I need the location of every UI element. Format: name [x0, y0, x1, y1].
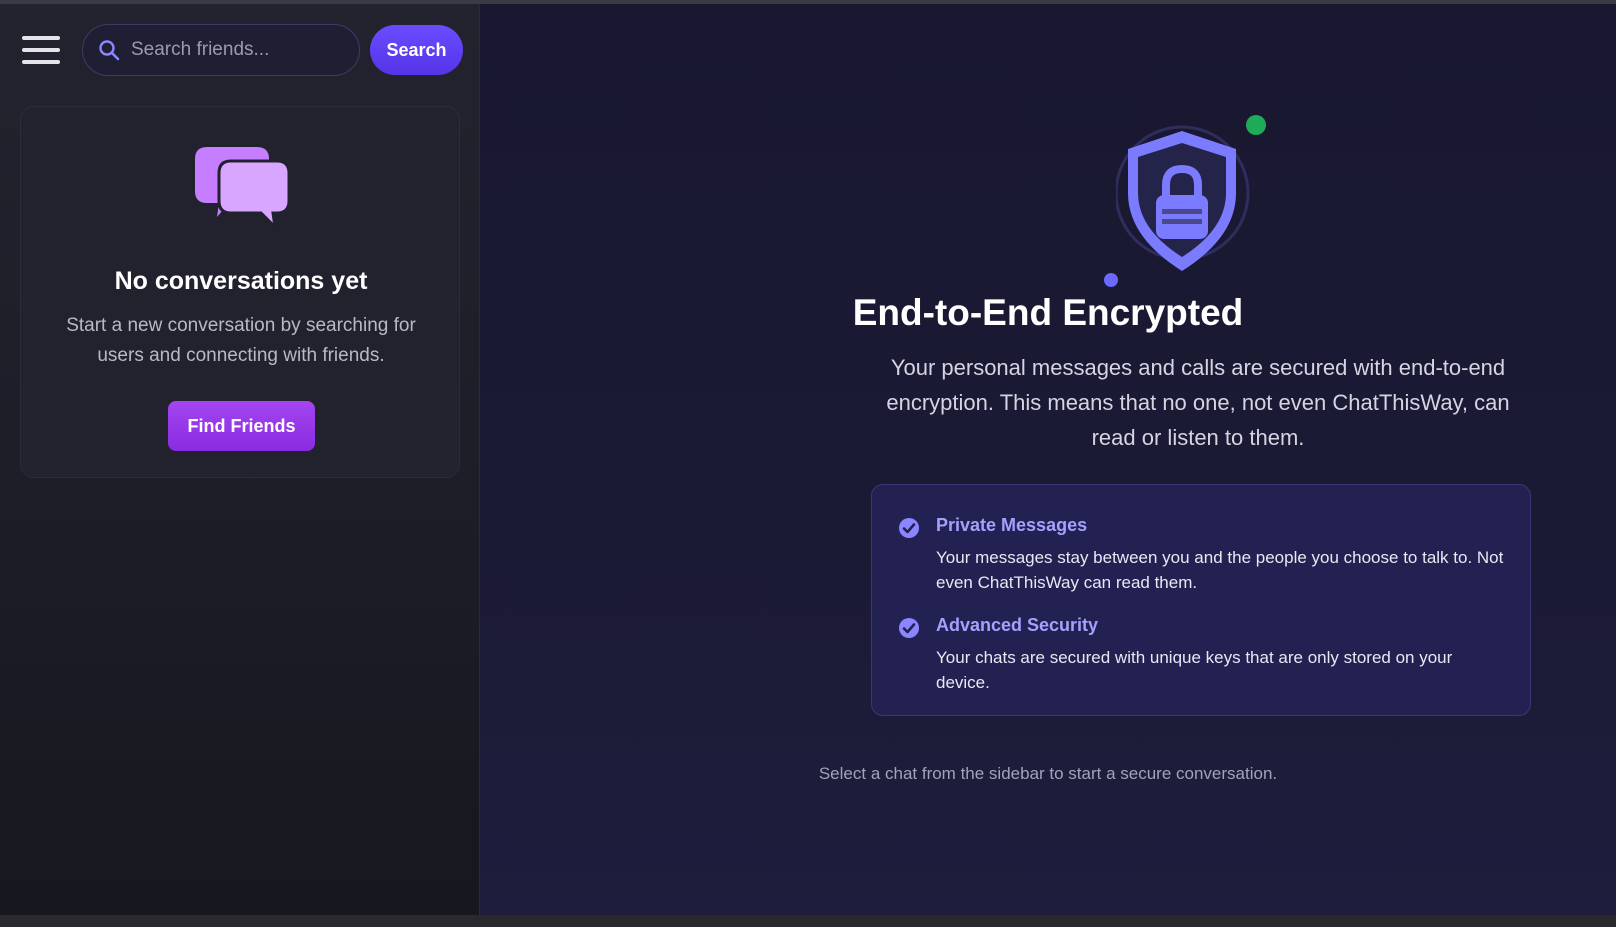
empty-conversations-card: No conversations yet Start a new convers…	[20, 106, 460, 478]
search-button[interactable]: Search	[370, 25, 463, 75]
check-circle-icon	[899, 618, 919, 638]
search-field[interactable]	[82, 24, 360, 76]
check-circle-icon	[899, 518, 919, 538]
app: Search No conversations yet Start a new …	[0, 4, 1616, 915]
window-bottom-bar	[0, 915, 1616, 927]
features-panel: Private Messages Your messages stay betw…	[871, 484, 1531, 716]
shield-lock-icon	[1116, 115, 1266, 271]
select-chat-hint: Select a chat from the sidebar to start …	[818, 764, 1278, 783]
sidebar-header: Search	[0, 4, 480, 100]
search-input[interactable]	[131, 39, 341, 61]
chat-bubbles-icon	[195, 147, 289, 229]
find-friends-button[interactable]: Find Friends	[168, 401, 315, 451]
sidebar: Search No conversations yet Start a new …	[0, 4, 480, 915]
feature-title: Private Messages	[936, 515, 1088, 535]
main-panel: End-to-End Encrypted Your personal messa…	[480, 4, 1616, 915]
encryption-intro: Your personal messages and calls are sec…	[886, 355, 1510, 450]
feature-text: Your chats are secured with unique keys …	[936, 648, 1453, 692]
empty-state-title: No conversations yet	[114, 267, 368, 295]
search-icon	[99, 40, 120, 61]
feature-text: Your messages stay between you and the p…	[936, 548, 1504, 592]
decorative-dot	[1104, 273, 1118, 287]
hamburger-menu-icon[interactable]	[22, 34, 62, 66]
feature-title: Advanced Security	[936, 615, 1099, 635]
empty-state-description: Start a new conversation by searching fo…	[66, 315, 416, 366]
page-title: End-to-End Encrypted	[852, 292, 1244, 333]
